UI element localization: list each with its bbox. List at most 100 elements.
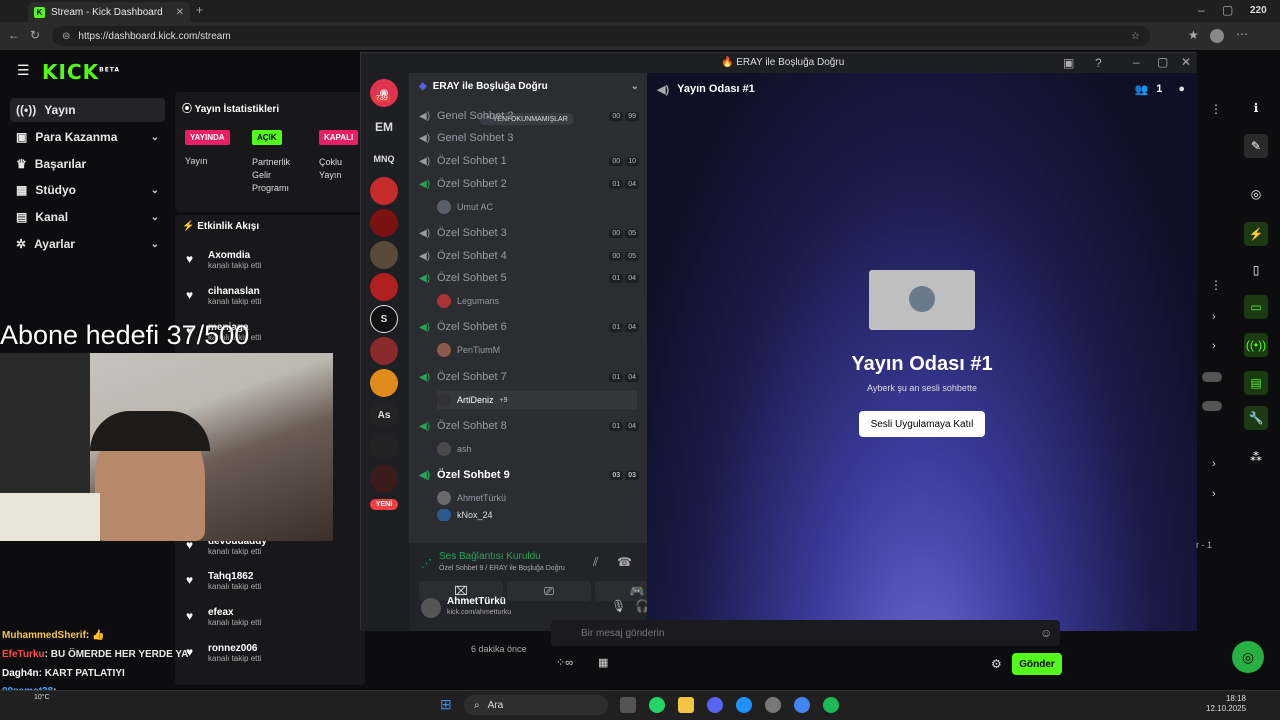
server-icon[interactable] [370, 337, 398, 365]
server-header[interactable]: ◈ ERAY ile Boşluğa Doğru ⌄ [419, 81, 639, 92]
edit-icon[interactable]: ✎ [1244, 134, 1268, 158]
discord-icon[interactable] [707, 697, 723, 713]
close-icon[interactable]: ✕ [1181, 55, 1191, 69]
server-icon[interactable] [370, 433, 398, 461]
windows-start-icon[interactable]: ⊞ [440, 696, 452, 713]
sidebar-item-ayarlar[interactable]: ✲ Ayarlar ⌄ [10, 232, 165, 256]
close-tab-icon[interactable]: ✕ [176, 7, 184, 18]
server-icon[interactable] [370, 369, 398, 397]
chevron-right-icon[interactable]: › [1212, 458, 1216, 470]
server-icon[interactable]: MNQ [370, 145, 398, 173]
server-icon[interactable] [370, 273, 398, 301]
voice-channel[interactable]: ◀) Genel Sohbet 3 [419, 129, 639, 147]
voice-member[interactable]: Umut AC [437, 198, 637, 216]
chevron-right-icon[interactable]: › [1212, 340, 1216, 352]
menu-dots-icon[interactable]: ⋯ [1236, 27, 1248, 41]
layout-icon[interactable]: ▤ [1244, 371, 1268, 395]
toggle-switch[interactable] [1202, 372, 1222, 382]
document-icon[interactable]: ▯ [1244, 258, 1268, 282]
join-voice-button[interactable]: Sesli Uygulamaya Katıl [859, 411, 985, 437]
server-icon[interactable] [370, 209, 398, 237]
disconnect-icon[interactable]: ☎ [617, 555, 632, 569]
server-icon[interactable] [370, 177, 398, 205]
chat-bubble-icon[interactable]: ● [1178, 83, 1185, 95]
maximize-icon[interactable]: ▢ [1222, 3, 1233, 17]
voice-channel[interactable]: ◀) Özel Sohbet 8 01 04 [419, 417, 639, 435]
profile-avatar[interactable] [1210, 29, 1224, 43]
new-servers-badge[interactable]: YENİ [370, 499, 398, 510]
spotify-icon[interactable] [823, 697, 839, 713]
file-explorer-icon[interactable] [678, 697, 694, 713]
screen-share-button[interactable]: ⎚ [507, 581, 591, 601]
send-button[interactable]: Gönder [1012, 653, 1062, 675]
more-options-icon[interactable]: ⋮ [1210, 278, 1222, 292]
voice-channel[interactable]: ◀) Genel Sohbet 2 00 99 [419, 107, 639, 125]
favorite-star-icon[interactable]: ☆ [1131, 31, 1140, 42]
help-icon[interactable]: ? [1095, 56, 1102, 70]
toggle-switch[interactable] [1202, 401, 1222, 411]
voice-channel[interactable]: ◀) Özel Sohbet 1 00 10 [419, 152, 639, 170]
site-info-icon[interactable]: ⊜ [62, 31, 70, 42]
server-icon[interactable]: S [370, 305, 398, 333]
sidebar-item-kanal[interactable]: ▤ Kanal ⌄ [10, 205, 165, 229]
voice-channel[interactable]: ◀) Özel Sohbet 7 01 04 [419, 368, 639, 386]
voice-member[interactable]: PenTiumM [437, 341, 637, 359]
voice-channel[interactable]: ◀) Özel Sohbet 2 01 04 [419, 175, 639, 193]
server-icon[interactable]: As [370, 401, 398, 429]
chevron-right-icon[interactable]: › [1212, 311, 1216, 323]
whatsapp-icon[interactable] [649, 697, 665, 713]
voice-channel[interactable]: ◀) Özel Sohbet 6 01 04 [419, 318, 639, 336]
voice-channel-active[interactable]: ◀) Özel Sohbet 9 03 03 [419, 466, 639, 484]
address-bar[interactable]: ⊜ https://dashboard.kick.com/stream ☆ [52, 26, 1150, 46]
back-icon[interactable]: ← [8, 28, 20, 42]
lightning-icon[interactable]: ⚡ [1244, 222, 1268, 246]
obs-icon[interactable] [765, 697, 781, 713]
task-view-icon[interactable] [620, 697, 636, 713]
chat-settings-icon[interactable]: ⚙ [991, 657, 1002, 671]
favorites-icon[interactable]: ★ [1188, 28, 1199, 42]
microphone-icon[interactable]: 🎙 [611, 599, 626, 613]
participant-card[interactable] [869, 270, 975, 330]
reload-icon[interactable]: ↻ [30, 28, 40, 42]
chat-icon[interactable]: ▭ [1244, 295, 1268, 319]
user-avatar[interactable] [421, 598, 441, 618]
new-tab-icon[interactable]: + [196, 3, 203, 17]
voice-member[interactable]: kNox_24 [437, 509, 637, 521]
edge-icon[interactable] [736, 697, 752, 713]
inbox-icon[interactable]: ▣ [1063, 56, 1074, 70]
sidebar-item-basarilar[interactable]: ♛ Başarılar [10, 152, 165, 176]
minimize-icon[interactable]: – [1133, 55, 1140, 69]
store-icon[interactable]: ▦ [598, 656, 608, 669]
more-options-icon[interactable]: ⋮ [1210, 102, 1222, 116]
taskbar-search[interactable]: ⌕ Ara [464, 695, 608, 715]
voice-channel[interactable]: ◀) Özel Sohbet 5 01 04 [419, 269, 639, 287]
sidebar-item-studyo[interactable]: ▦ Stüdyo ⌄ [10, 178, 165, 202]
minimize-icon[interactable]: – [1198, 3, 1205, 17]
sidebar-item-yayin[interactable]: ((•)) Yayın [10, 98, 165, 122]
chevron-right-icon[interactable]: › [1212, 488, 1216, 500]
voice-member[interactable]: ash [437, 440, 637, 458]
maximize-icon[interactable]: ▢ [1157, 55, 1168, 69]
support-fab[interactable]: ◎ [1232, 641, 1264, 673]
apps-icon[interactable]: ⁂ [1244, 445, 1268, 469]
voice-channel[interactable]: ◀) Özel Sohbet 3 00 05 [419, 224, 639, 242]
hamburger-menu-icon[interactable]: ☰ [17, 62, 30, 79]
message-input[interactable]: Bir mesaj gönderin [551, 620, 1060, 646]
camera-icon[interactable]: ◎ [1244, 182, 1268, 206]
broadcast-icon[interactable]: ((•)) [1244, 333, 1268, 357]
info-icon[interactable]: ℹ [1244, 96, 1268, 120]
voice-channel[interactable]: ◀) Özel Sohbet 4 00 05 [419, 247, 639, 265]
sidebar-item-para-kazanma[interactable]: ▣ Para Kazanma ⌄ [10, 125, 165, 149]
wrench-icon[interactable]: 🔧 [1244, 406, 1268, 430]
voice-member[interactable]: ArtiDeniz +9 [437, 391, 637, 409]
noise-suppression-icon[interactable]: ⫽ [593, 555, 598, 570]
discord-home-icon[interactable]: ◉ [370, 79, 398, 107]
server-icon[interactable] [370, 465, 398, 493]
browser-tab[interactable]: K Stream - Kick Dashboard ✕ [28, 2, 190, 22]
voice-member[interactable]: Legumans [437, 292, 637, 310]
emote-icon[interactable]: ☺ [1040, 626, 1052, 640]
chrome-icon[interactable] [794, 697, 810, 713]
taskbar-clock[interactable]: 18:18 12.10.2025 [1206, 694, 1246, 714]
server-icon[interactable] [370, 241, 398, 269]
voice-member[interactable]: AhmetTürkü [437, 489, 637, 507]
